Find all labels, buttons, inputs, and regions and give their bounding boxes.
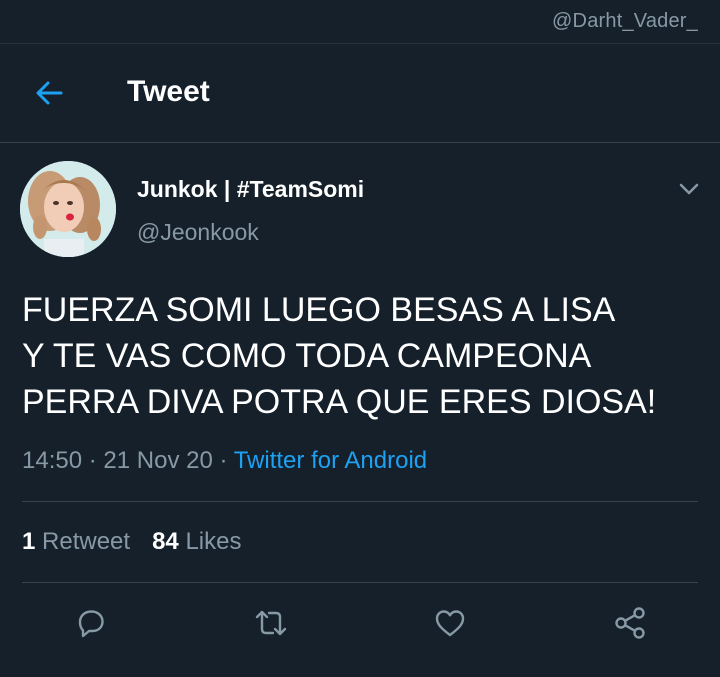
- page-title: Tweet: [127, 75, 210, 108]
- author-handle[interactable]: @Jeonkook: [137, 219, 259, 246]
- like-icon: [435, 610, 465, 637]
- retweets-stat[interactable]: 1 Retweet: [22, 528, 130, 555]
- watermark: @Darht_Vader_: [552, 10, 698, 32]
- more-options-button[interactable]: [676, 176, 702, 202]
- retweets-count: 1: [22, 528, 36, 555]
- reply-icon: [78, 610, 104, 638]
- retweets-label: Retweet: [42, 528, 131, 555]
- avatar-image: [20, 161, 116, 257]
- like-button[interactable]: [430, 603, 470, 643]
- retweet-button[interactable]: [251, 603, 291, 643]
- tweet-date: 21 Nov 20: [103, 447, 213, 474]
- tweet-stats: 1 Retweet 84 Likes: [22, 528, 241, 556]
- likes-label: Likes: [185, 528, 242, 555]
- tweet-text: FUERZA SOMI LUEGO BESAS A LISA Y TE VAS …: [22, 291, 657, 421]
- retweet-icon: [255, 610, 287, 636]
- header-bar: Tweet: [0, 44, 720, 143]
- tweet-source-link[interactable]: Twitter for Android: [234, 447, 427, 474]
- share-button[interactable]: [610, 603, 650, 643]
- avatar[interactable]: [20, 161, 116, 257]
- meta-separator: ·: [219, 447, 228, 474]
- reply-button[interactable]: [71, 603, 111, 643]
- arrow-left-icon: [36, 81, 63, 105]
- meta-separator: ·: [88, 447, 97, 474]
- chevron-down-icon: [679, 183, 699, 195]
- tweet-time: 14:50: [22, 447, 83, 474]
- likes-stat[interactable]: 84 Likes: [152, 528, 241, 555]
- back-button[interactable]: [30, 74, 68, 112]
- tweet-meta: 14:50 · 21 Nov 20 · Twitter for Android: [22, 447, 427, 475]
- divider: [22, 582, 698, 583]
- divider: [22, 501, 698, 502]
- likes-count: 84: [152, 528, 179, 555]
- author-display-name[interactable]: Junkok | #TeamSomi: [137, 176, 364, 203]
- share-icon: [615, 607, 645, 639]
